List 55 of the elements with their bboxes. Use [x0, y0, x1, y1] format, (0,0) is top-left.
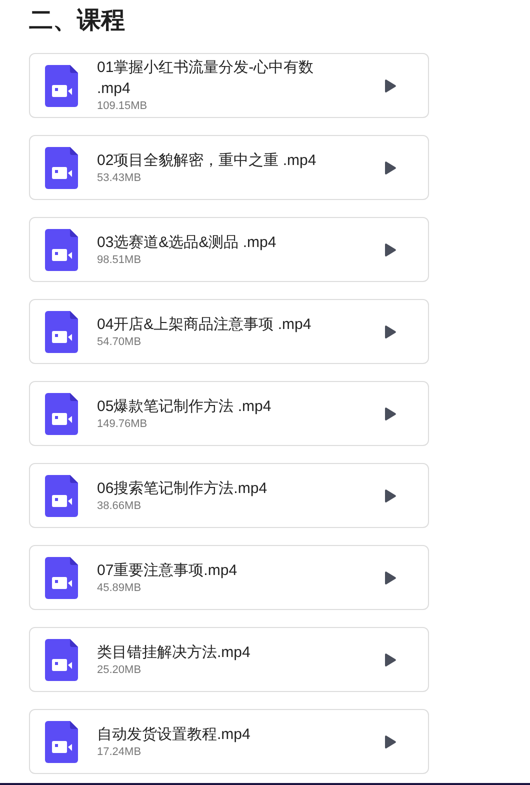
video-file-icon [45, 392, 78, 434]
file-size: 109.15MB [97, 99, 148, 114]
video-file-icon [45, 638, 78, 680]
section-heading: 二、课程 [29, 5, 125, 36]
play-button[interactable] [382, 650, 398, 668]
play-button[interactable] [382, 404, 398, 422]
play-icon [384, 160, 396, 174]
play-button[interactable] [382, 240, 398, 258]
video-file-card[interactable]: 自动发货设置教程.mp4 17.24MB [29, 709, 429, 774]
video-file-icon [45, 64, 78, 106]
video-file-icon [45, 720, 78, 762]
file-name: 01掌握小红书流量分发-心中有数 .mp4 [97, 58, 315, 99]
file-name: 自动发货设置教程.mp4 [97, 724, 252, 744]
video-file-card[interactable]: 03选赛道&选品&测品 .mp4 98.51MB [29, 217, 429, 282]
file-size: 98.51MB [97, 252, 142, 268]
video-file-icon [45, 474, 78, 516]
file-size: 53.43MB [97, 170, 142, 186]
play-icon [384, 734, 396, 748]
video-file-card[interactable]: 04开店&上架商品注意事项 .mp4 54.70MB [29, 299, 429, 364]
file-size: 17.24MB [97, 744, 142, 760]
file-size: 25.20MB [97, 662, 142, 678]
file-name: 03选赛道&选品&测品 .mp4 [97, 232, 278, 252]
file-size: 45.89MB [97, 580, 142, 596]
video-file-icon [45, 228, 78, 270]
video-file-card[interactable]: 05爆款笔记制作方法 .mp4 149.76MB [29, 381, 429, 446]
file-name: 04开店&上架商品注意事项 .mp4 [97, 314, 312, 334]
play-icon [384, 406, 396, 420]
play-icon [384, 242, 396, 256]
play-icon [384, 652, 396, 666]
file-name: 05爆款笔记制作方法 .mp4 [97, 396, 272, 416]
video-file-card[interactable]: 06搜索笔记制作方法.mp4 38.66MB [29, 463, 429, 528]
file-size: 54.70MB [97, 334, 142, 350]
video-file-card[interactable]: 01掌握小红书流量分发-心中有数 .mp4 109.15MB [29, 53, 429, 118]
video-file-icon [45, 556, 78, 598]
play-button[interactable] [382, 322, 398, 340]
play-icon [384, 78, 396, 92]
file-name: 02项目全貌解密，重中之重 .mp4 [97, 150, 318, 170]
play-icon [384, 488, 396, 502]
play-button[interactable] [382, 486, 398, 504]
play-button[interactable] [382, 568, 398, 586]
file-name: 类目错挂解决方法.mp4 [97, 642, 252, 662]
play-icon [384, 570, 396, 584]
video-file-card[interactable]: 07重要注意事项.mp4 45.89MB [29, 545, 429, 610]
play-button[interactable] [382, 158, 398, 176]
video-file-icon [45, 310, 78, 352]
play-button[interactable] [382, 732, 398, 750]
file-name: 06搜索笔记制作方法.mp4 [97, 478, 268, 498]
file-size: 38.66MB [97, 498, 142, 514]
video-file-card[interactable]: 类目错挂解决方法.mp4 25.20MB [29, 627, 429, 692]
video-file-card[interactable]: 02项目全貌解密，重中之重 .mp4 53.43MB [29, 135, 429, 200]
play-button[interactable] [382, 76, 398, 94]
file-size: 149.76MB [97, 416, 148, 432]
video-file-icon [45, 146, 78, 188]
file-name: 07重要注意事项.mp4 [97, 560, 238, 580]
play-icon [384, 324, 396, 338]
